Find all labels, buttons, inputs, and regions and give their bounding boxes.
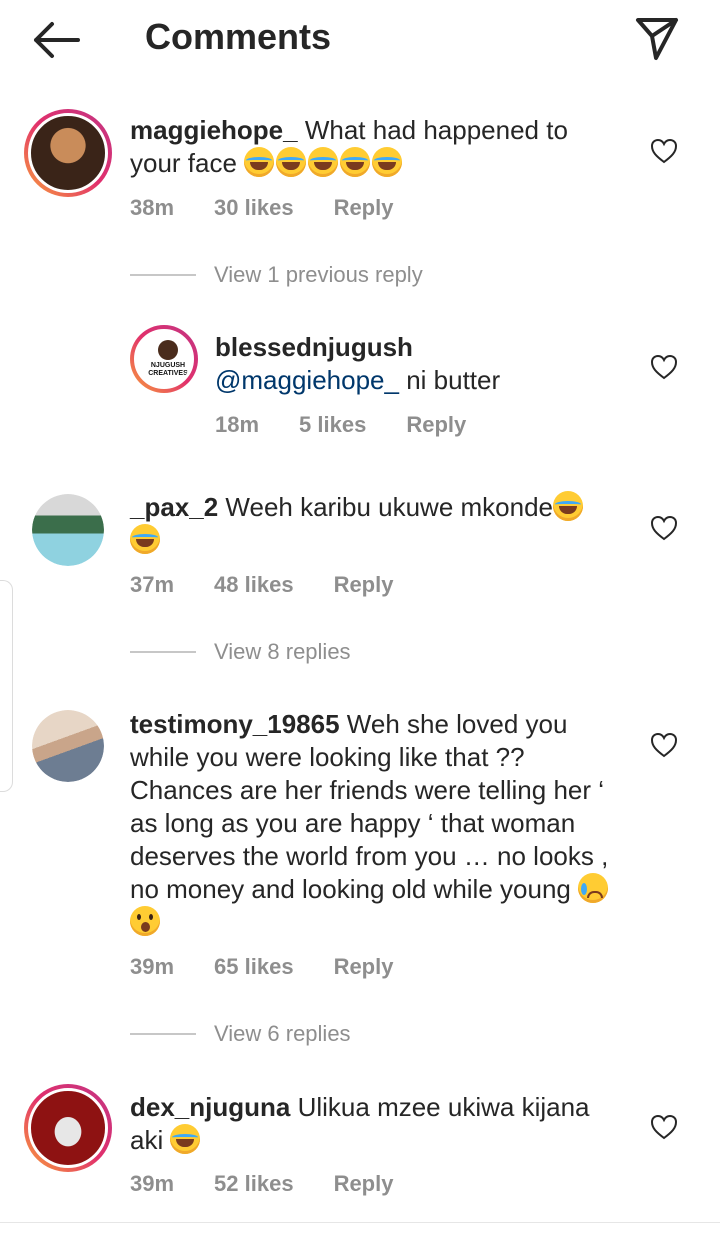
heart-icon[interactable] xyxy=(650,732,678,758)
laughing-emoji-icon xyxy=(340,147,371,177)
reply-button[interactable]: Reply xyxy=(334,572,394,598)
divider-line xyxy=(130,1033,196,1035)
comment-meta: 18m 5 likes Reply xyxy=(215,412,506,438)
laughing-emoji-icon xyxy=(308,147,339,177)
reply-button[interactable]: Reply xyxy=(334,195,394,221)
comment-username[interactable]: maggiehope_ xyxy=(130,115,298,145)
view-replies-label: View 8 replies xyxy=(214,639,351,664)
bottom-divider xyxy=(0,1222,720,1223)
likes-count[interactable]: 65 likes xyxy=(214,954,294,980)
comment-meta: 38m 30 likes Reply xyxy=(130,195,433,221)
view-replies-button[interactable]: View 8 replies xyxy=(130,637,351,667)
back-arrow-icon[interactable] xyxy=(28,18,84,62)
heart-icon[interactable] xyxy=(650,138,678,164)
avatar[interactable] xyxy=(24,1084,112,1172)
logo-text: CREATIVES xyxy=(148,370,188,377)
comment-text: testimony_19865 Weh she loved you while … xyxy=(130,708,630,939)
avatar[interactable] xyxy=(32,494,104,566)
likes-count[interactable]: 52 likes xyxy=(214,1171,294,1197)
avatar[interactable]: NJUGUSH CREATIVES xyxy=(130,325,198,393)
divider-line xyxy=(130,274,196,276)
view-replies-label: View 6 replies xyxy=(214,1021,351,1046)
reply-button[interactable]: Reply xyxy=(334,1171,394,1197)
page-title: Comments xyxy=(145,16,332,57)
view-replies-button[interactable]: View 1 previous reply xyxy=(130,260,423,290)
laughing-emoji-icon xyxy=(372,147,403,177)
crying-emoji-icon xyxy=(578,873,609,903)
comment-body: ni butter xyxy=(406,365,501,395)
comment-body: Weeh karibu ukuwe mkonde xyxy=(225,492,554,522)
heart-icon[interactable] xyxy=(650,1114,678,1140)
comment-text: maggiehope_ What had happened to your fa… xyxy=(130,114,620,180)
comment-meta: 39m 52 likes Reply xyxy=(130,1171,433,1197)
mention-link[interactable]: @maggiehope_ xyxy=(215,365,399,395)
likes-count[interactable]: 48 likes xyxy=(214,572,294,598)
reply-button[interactable]: Reply xyxy=(334,954,394,980)
laughing-emoji-icon xyxy=(553,491,584,521)
comment-time: 38m xyxy=(130,195,175,220)
heart-icon[interactable] xyxy=(650,515,678,541)
laughing-emoji-icon xyxy=(244,147,275,177)
laughing-emoji-icon xyxy=(276,147,307,177)
laughing-emoji-icon xyxy=(130,524,160,554)
avatar[interactable] xyxy=(24,109,112,197)
header-bar: Comments xyxy=(0,0,720,80)
logo-text: NJUGUSH xyxy=(150,362,186,369)
side-scroll-tab[interactable] xyxy=(0,580,13,792)
comment-text: dex_njuguna Ulikua mzee ukiwa kijana aki xyxy=(130,1091,620,1157)
send-icon[interactable] xyxy=(630,12,682,64)
comment-username[interactable]: _pax_2 xyxy=(130,492,218,522)
likes-count[interactable]: 30 likes xyxy=(214,195,294,221)
comment-meta: 39m 65 likes Reply xyxy=(130,954,433,980)
surprised-emoji-icon xyxy=(130,906,160,936)
comment-username[interactable]: dex_njuguna xyxy=(130,1092,290,1122)
comment-meta: 37m 48 likes Reply xyxy=(130,572,433,598)
laughing-emoji-icon xyxy=(170,1124,201,1154)
view-replies-label: View 1 previous reply xyxy=(214,262,423,287)
view-replies-button[interactable]: View 6 replies xyxy=(130,1019,351,1049)
comment-time: 18m xyxy=(215,412,260,437)
comment-time: 37m xyxy=(130,572,175,597)
comment-time: 39m xyxy=(130,1171,175,1196)
comment-text: _pax_2 Weeh karibu ukuwe mkonde xyxy=(130,491,620,557)
heart-icon[interactable] xyxy=(650,354,678,380)
reply-button[interactable]: Reply xyxy=(406,412,466,438)
divider-line xyxy=(130,651,196,653)
comment-username[interactable]: blessednjugush xyxy=(215,332,413,362)
likes-count[interactable]: 5 likes xyxy=(299,412,366,438)
comment-text: blessednjugush @maggiehope_ ni butter xyxy=(215,331,635,397)
comment-time: 39m xyxy=(130,954,175,979)
comment-username[interactable]: testimony_19865 xyxy=(130,709,340,739)
avatar[interactable] xyxy=(32,710,104,782)
